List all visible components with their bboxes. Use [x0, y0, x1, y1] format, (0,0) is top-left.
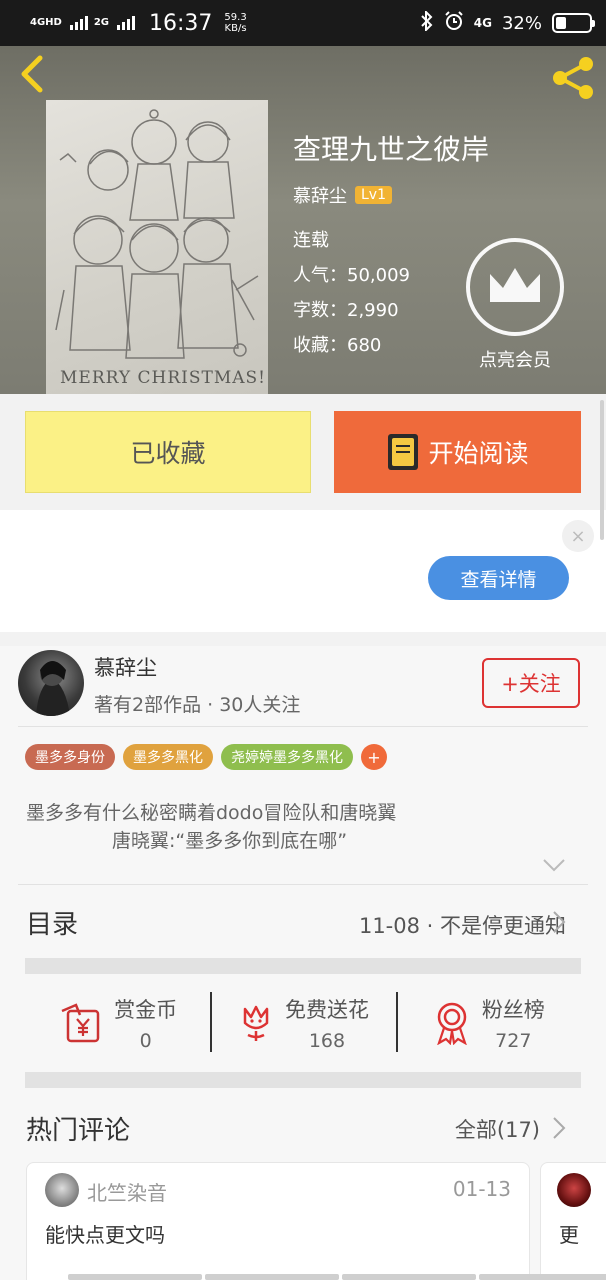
author-level-badge: Lv1: [355, 186, 392, 204]
book-popularity: 人气：50,009: [293, 265, 410, 286]
chevron-right-icon[interactable]: [552, 910, 566, 934]
share-icon: [553, 57, 593, 99]
crown-icon: [490, 268, 540, 302]
signal-icon: [69, 16, 88, 30]
section-separator: [25, 1072, 581, 1088]
tag-item[interactable]: 尧婷婷墨多多黑化: [221, 744, 353, 770]
book-author-line: 慕辞尘 Lv1: [293, 182, 392, 208]
collect-button[interactable]: 已收藏: [25, 411, 311, 493]
ad-banner: × 查看详情: [0, 510, 606, 632]
share-button[interactable]: [550, 56, 596, 100]
author-name[interactable]: 慕辞尘: [94, 652, 157, 682]
ad-close-button[interactable]: ×: [562, 520, 594, 552]
signal-icon-2: [117, 16, 136, 30]
cover-illustration: [55, 109, 259, 359]
flower-icon: [243, 1005, 269, 1041]
commenter-avatar[interactable]: [45, 1173, 79, 1207]
send-flower-button[interactable]: 免费送花 168: [210, 988, 395, 1058]
scrollbar[interactable]: [600, 400, 604, 540]
add-tag-button[interactable]: +: [361, 744, 387, 770]
stat-value: 727: [495, 1030, 532, 1052]
expand-description-button[interactable]: [540, 854, 568, 876]
fan-rank-button[interactable]: 粉丝榜 727: [395, 988, 581, 1058]
commenter-name[interactable]: 北竺染音: [87, 1177, 167, 1206]
tag-item[interactable]: 墨多多黑化: [123, 744, 213, 770]
stat-value: 0: [139, 1030, 152, 1052]
book-cover[interactable]: MERRY CHRISTMAS!: [46, 100, 268, 394]
avatar-figure: [36, 661, 70, 716]
view-details-button[interactable]: 查看详情: [428, 556, 569, 600]
chevron-down-icon: [543, 859, 565, 872]
vip-circle: [466, 238, 564, 336]
coin-envelope-icon: [61, 1003, 100, 1043]
book-icon: [388, 434, 419, 470]
commenter-avatar[interactable]: [557, 1173, 591, 1207]
speed-value: 59.3: [224, 12, 247, 23]
reward-coins-button[interactable]: 赏金币 0: [25, 988, 210, 1058]
chevron-left-icon: [21, 55, 43, 93]
book-header: MERRY CHRISTMAS! 查理九世之彼岸 慕辞尘 Lv1 连载 人气：5…: [0, 46, 606, 394]
start-reading-button[interactable]: 开始阅读: [334, 411, 581, 493]
stat-label: 免费送花: [284, 998, 369, 1022]
bottom-toolbar-hint: [68, 1274, 606, 1280]
book-favorites: 收藏：680: [293, 335, 382, 356]
main-content: 慕辞尘 著有2部作品 · 30人关注 +关注 墨多多身份 墨多多黑化 尧婷婷墨多…: [0, 646, 606, 1280]
comment-card[interactable]: 北竺染音 01-13 能快点更文吗: [26, 1162, 530, 1280]
comment-card[interactable]: 更: [540, 1162, 606, 1280]
stat-label: 粉丝榜: [481, 998, 545, 1022]
tag-item[interactable]: 墨多多身份: [25, 744, 115, 770]
vip-button[interactable]: 点亮会员: [466, 238, 564, 372]
medal-icon: [436, 1002, 467, 1045]
book-author-name[interactable]: 慕辞尘: [293, 182, 347, 208]
clock: 16:37: [149, 10, 213, 36]
author-avatar[interactable]: [18, 650, 84, 716]
cover-caption: MERRY CHRISTMAS!: [60, 368, 267, 388]
book-status: 连载: [293, 230, 329, 251]
section-separator: [25, 958, 581, 974]
section-gap: [0, 632, 606, 646]
tag-list: 墨多多身份 墨多多黑化 尧婷婷墨多多黑化 +: [25, 744, 387, 770]
all-comments-link[interactable]: 全部(17): [455, 1114, 540, 1144]
author-meta: 著有2部作品 · 30人关注: [94, 694, 301, 716]
hot-comments-title: 热门评论: [26, 1116, 131, 1146]
battery-percent: 32%: [501, 12, 542, 34]
divider: [18, 726, 588, 727]
stats-row: 赏金币 0 免费送花 168 粉丝榜 727: [25, 988, 581, 1058]
divider: [18, 884, 588, 885]
status-bar: 4GHD 2G 16:37 59.3 KB/s 4G 32%: [0, 0, 606, 46]
chevron-right-icon[interactable]: [552, 1116, 566, 1140]
start-reading-label: 开始阅读: [428, 439, 529, 468]
toc-latest-chapter[interactable]: 11-08 · 不是停更通知: [359, 910, 566, 940]
comment-date: 01-13: [452, 1177, 511, 1201]
book-word-count: 字数：2,990: [293, 300, 399, 321]
network-speed: 59.3 KB/s: [224, 12, 246, 34]
speed-unit: KB/s: [224, 23, 247, 34]
comment-text: 更: [559, 1223, 579, 1247]
battery-icon: [552, 13, 595, 33]
network-type-2: 2G: [93, 17, 110, 28]
bluetooth-icon: [420, 9, 434, 36]
alarm-icon: [444, 10, 464, 36]
description-line-1: 墨多多有什么秘密瞒着dodo冒险队和唐晓翼: [26, 802, 397, 824]
back-button[interactable]: [14, 54, 54, 94]
follow-button[interactable]: +关注: [482, 658, 580, 708]
stat-value: 168: [308, 1030, 346, 1052]
toc-title: 目录: [26, 910, 79, 940]
description-line-2: 唐晓翼:“墨多多你到底在哪”: [112, 830, 348, 852]
network-type-3: 4G: [473, 16, 492, 30]
comment-text: 能快点更文吗: [45, 1223, 165, 1247]
book-title: 查理九世之彼岸: [293, 133, 490, 166]
vip-label: 点亮会员: [479, 350, 551, 371]
network-type-1: 4GHD: [30, 17, 62, 28]
stat-label: 赏金币: [114, 998, 178, 1022]
action-row: 已收藏 开始阅读: [0, 394, 606, 510]
